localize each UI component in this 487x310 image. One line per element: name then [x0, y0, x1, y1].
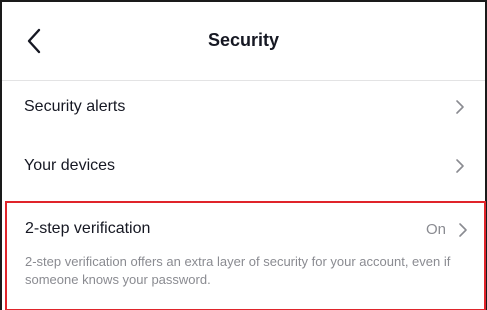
two-step-description: 2-step verification offers an extra laye…	[25, 254, 451, 287]
your-devices-row[interactable]: Your devices	[2, 136, 485, 196]
two-step-verification-label: 2-step verification	[25, 220, 151, 237]
chevron-right-icon	[459, 223, 467, 237]
page-title: Security	[207, 30, 280, 50]
two-step-status: On	[425, 221, 446, 238]
security-alerts-row[interactable]: Security alerts	[2, 77, 485, 137]
security-alerts-label: Security alerts	[24, 98, 126, 115]
security-screen: Security Security alerts Your devices 2-…	[0, 0, 487, 310]
header: Security	[2, 2, 485, 80]
your-devices-label: Your devices	[24, 157, 116, 174]
chevron-right-icon	[456, 100, 464, 114]
chevron-right-icon	[456, 159, 464, 173]
two-step-verification-row[interactable]: 2-step verification On 2-step verificati…	[5, 201, 486, 310]
